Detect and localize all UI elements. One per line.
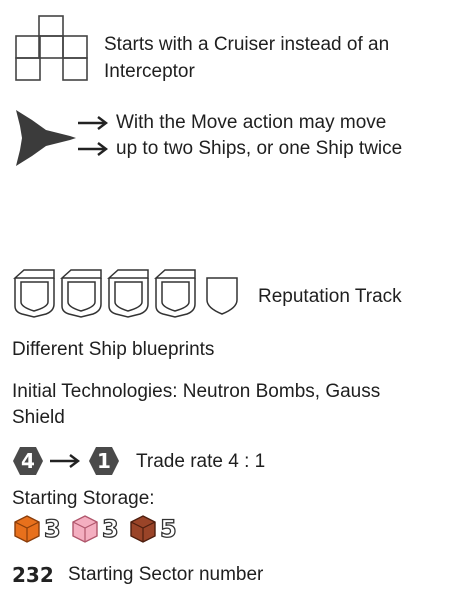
money-cube-icon	[14, 515, 40, 543]
trade-from-badge: 4	[12, 446, 44, 476]
reputation-label: Reputation Track	[258, 286, 402, 307]
move-ability-line1: With the Move action may move	[116, 112, 387, 133]
reputation-shield-icon	[154, 269, 196, 318]
storage-resources: 3 3 5	[12, 512, 232, 546]
sector-number: 232	[12, 563, 54, 587]
reputation-track	[12, 268, 248, 318]
arrow-right-icon	[76, 140, 112, 158]
trade-to-value: 1	[97, 449, 111, 473]
reputation-shield-icon	[13, 269, 55, 318]
cruiser-ability-line1: Starts with a Cruiser instead of an	[104, 34, 390, 55]
cruiser-ability-line2: Interceptor	[104, 61, 195, 82]
trade-rate-label: Trade rate 4 : 1	[136, 451, 266, 472]
reputation-shield-icon	[60, 269, 102, 318]
storage-label: Starting Storage:	[12, 488, 155, 509]
technologies-line2: Shield	[12, 407, 65, 428]
science-cube-icon	[72, 515, 98, 543]
technologies-line1: Initial Technologies: Neutron Bombs, Gau…	[12, 381, 381, 402]
species-sheet: Starts with a Cruiser instead of an Inte…	[0, 0, 458, 591]
arrow-right-icon	[76, 114, 112, 132]
science-amount: 3	[101, 514, 119, 543]
materials-cube-icon	[130, 515, 156, 543]
reputation-shield-icon	[206, 277, 238, 315]
blueprints-text: Different Ship blueprints	[12, 339, 215, 360]
trade-to-badge: 1	[88, 446, 120, 476]
ship-icon	[12, 106, 78, 170]
materials-amount: 5	[159, 514, 177, 543]
reputation-shield-icon	[107, 269, 149, 318]
cruiser-blueprint-icon	[12, 14, 92, 84]
trade-from-value: 4	[21, 449, 35, 473]
arrow-right-icon	[48, 452, 84, 470]
sector-label: Starting Sector number	[68, 564, 264, 585]
money-amount: 3	[43, 514, 61, 543]
move-ability-line2: up to two Ships, or one Ship twice	[116, 138, 403, 159]
